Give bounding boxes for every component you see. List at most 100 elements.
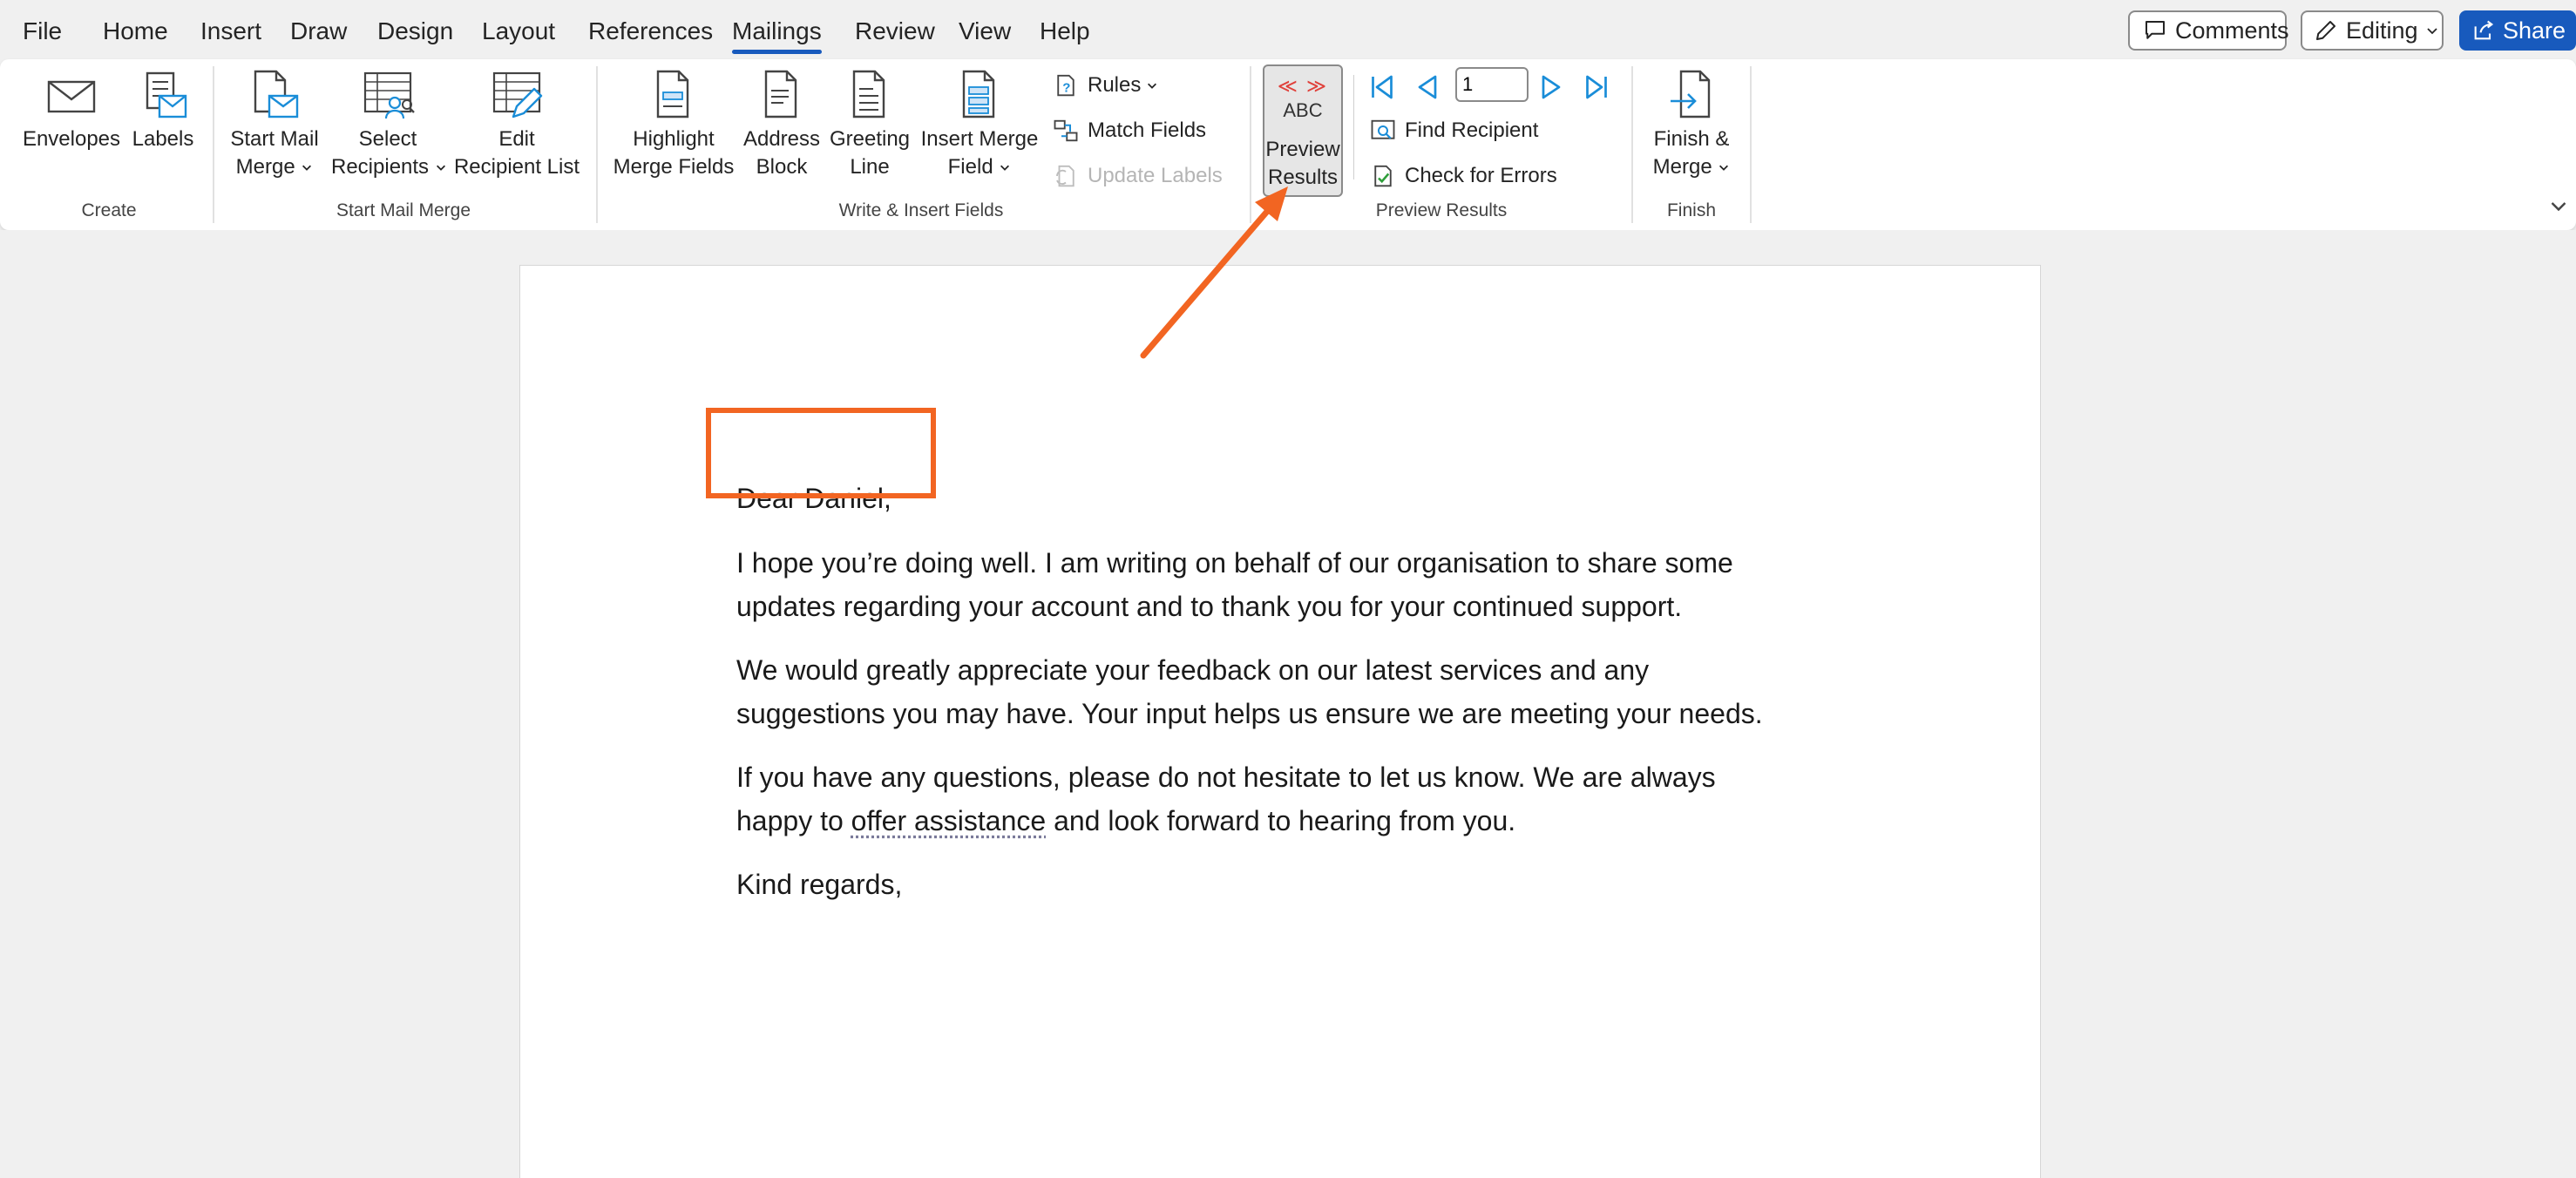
match-fields-icon xyxy=(1053,118,1079,144)
comments-button[interactable]: Comments xyxy=(2128,10,2287,51)
tab-draw[interactable]: Draw xyxy=(290,12,347,51)
start-mail-merge-icon xyxy=(247,70,302,122)
update-labels-button[interactable]: Update Labels xyxy=(1053,159,1223,193)
tab-help[interactable]: Help xyxy=(1040,12,1090,51)
abc-icon: ABC xyxy=(1264,99,1341,122)
start-mail-merge-button[interactable]: Start Mail Merge xyxy=(227,70,322,181)
insert-merge-field-icon xyxy=(952,70,1007,122)
svg-text:?: ? xyxy=(1062,81,1070,96)
insert-merge-field-label-line1: Insert Merge xyxy=(917,125,1042,153)
find-recipient-icon xyxy=(1370,118,1396,144)
preview-results-button[interactable]: ≪ ≫ ABC Preview Results xyxy=(1263,64,1343,197)
tab-home[interactable]: Home xyxy=(103,12,168,51)
select-recipients-button[interactable]: Select Recipients xyxy=(331,70,444,181)
rules-icon: ? xyxy=(1053,72,1079,98)
finish-merge-label-line1: Finish & xyxy=(1644,125,1739,153)
tab-insert[interactable]: Insert xyxy=(200,12,261,51)
tab-design[interactable]: Design xyxy=(377,12,453,51)
highlight-merge-fields-icon xyxy=(646,70,702,122)
labels-label: Labels xyxy=(132,127,194,151)
start-mail-merge-label-line1: Start Mail xyxy=(227,125,322,153)
group-separator xyxy=(596,66,598,223)
edit-recipient-list-label-line2: Recipient List xyxy=(453,153,580,181)
paragraph-1-line-2: updates regarding your account and to th… xyxy=(736,585,1895,628)
rules-label: Rules xyxy=(1088,68,1141,103)
preview-results-label-line2: Results xyxy=(1264,164,1341,192)
group-separator xyxy=(213,66,214,223)
group-separator xyxy=(1631,66,1633,223)
match-fields-button[interactable]: Match Fields xyxy=(1053,113,1206,148)
next-record-icon[interactable] xyxy=(1535,71,1567,103)
address-block-icon xyxy=(754,70,810,122)
address-block-label-line2: Block xyxy=(742,153,821,181)
tab-view[interactable]: View xyxy=(959,12,1011,51)
closing: Kind regards, xyxy=(736,863,1895,906)
last-record-icon[interactable] xyxy=(1581,71,1612,103)
comments-label: Comments xyxy=(2175,17,2289,44)
write-insert-group-label: Write & Insert Fields xyxy=(610,200,1232,221)
greeting-line-label-line1: Greeting xyxy=(828,125,912,153)
inner-separator xyxy=(1353,75,1354,179)
select-recipients-icon xyxy=(360,70,416,122)
paragraph-3-line-2: happy to offer assistance and look forwa… xyxy=(736,799,1895,843)
select-recipients-label-line1: Select xyxy=(331,125,444,153)
paragraph-3-text-c: and look forward to hearing from you. xyxy=(1046,805,1515,836)
find-recipient-label: Find Recipient xyxy=(1405,113,1538,148)
finish-group-label: Finish xyxy=(1644,200,1739,221)
paragraph-2-line-1: We would greatly appreciate your feedbac… xyxy=(736,648,1895,692)
group-separator xyxy=(1250,66,1251,223)
address-block-button[interactable]: Address Block xyxy=(742,70,821,181)
update-labels-label: Update Labels xyxy=(1088,159,1223,193)
envelopes-button[interactable]: Envelopes xyxy=(21,70,122,153)
greeting-line-label-line2: Line xyxy=(828,153,912,181)
share-icon xyxy=(2471,18,2496,43)
comment-icon xyxy=(2142,17,2168,44)
chevron-down-icon xyxy=(435,161,447,173)
paragraph-1-line-1: I hope you’re doing well. I am writing o… xyxy=(736,541,1895,585)
previous-record-icon[interactable] xyxy=(1412,71,1443,103)
editing-mode-button[interactable]: Editing xyxy=(2301,10,2444,51)
document-page[interactable]: Dear Daniel, I hope you’re doing well. I… xyxy=(519,265,2041,1178)
word-window: File Home Insert Draw Design Layout Refe… xyxy=(0,0,2576,1178)
tab-layout[interactable]: Layout xyxy=(482,12,555,51)
rules-button[interactable]: ? Rules xyxy=(1053,68,1167,103)
envelope-icon xyxy=(44,70,99,122)
record-number-input[interactable] xyxy=(1455,67,1529,102)
highlight-label-line1: Highlight xyxy=(610,125,737,153)
labels-button[interactable]: Labels xyxy=(129,70,197,153)
finish-merge-button[interactable]: Finish & Merge xyxy=(1644,70,1739,181)
start-mail-merge-label-line2: Merge xyxy=(236,155,295,179)
tab-review[interactable]: Review xyxy=(855,12,935,51)
salutation-highlight-box xyxy=(706,408,936,498)
merge-chevrons-icon: ≪ ≫ xyxy=(1264,75,1341,98)
labels-icon xyxy=(135,70,191,122)
match-fields-label: Match Fields xyxy=(1088,113,1206,148)
tab-references[interactable]: References xyxy=(588,12,713,51)
highlight-merge-fields-button[interactable]: Highlight Merge Fields xyxy=(610,70,737,181)
grammar-suggestion-text[interactable]: offer assistance xyxy=(851,805,1047,836)
mailings-ribbon: Envelopes Labels Create Start Mail Merge xyxy=(0,59,2576,230)
insert-merge-field-button[interactable]: Insert Merge Field xyxy=(917,70,1042,181)
check-for-errors-button[interactable]: Check for Errors xyxy=(1370,159,1557,193)
finish-merge-icon xyxy=(1664,70,1719,122)
share-button[interactable]: Share xyxy=(2459,10,2576,51)
address-block-label-line1: Address xyxy=(742,125,821,153)
tab-mailings[interactable]: Mailings xyxy=(732,12,822,51)
chevron-down-icon xyxy=(1718,161,1730,173)
edit-recipient-list-label-line1: Edit xyxy=(453,125,580,153)
greeting-line-button[interactable]: Greeting Line xyxy=(828,70,912,181)
find-recipient-button[interactable]: Find Recipient xyxy=(1370,113,1538,148)
chevron-down-icon xyxy=(999,161,1011,173)
edit-recipient-list-button[interactable]: Edit Recipient List xyxy=(453,70,580,181)
first-record-icon[interactable] xyxy=(1366,71,1398,103)
paragraph-2-line-2: suggestions you may have. Your input hel… xyxy=(736,692,1895,735)
chevron-down-icon xyxy=(2425,24,2439,37)
tab-file[interactable]: File xyxy=(23,12,62,51)
create-group-label: Create xyxy=(35,200,183,221)
highlight-label-line2: Merge Fields xyxy=(610,153,737,181)
preview-results-group-label: Preview Results xyxy=(1263,200,1620,221)
insert-merge-field-label-line2: Field xyxy=(948,155,993,179)
check-errors-label: Check for Errors xyxy=(1405,159,1557,193)
ribbon-collapse-chevron-icon[interactable] xyxy=(2548,195,2569,216)
chevron-down-icon xyxy=(301,161,313,173)
